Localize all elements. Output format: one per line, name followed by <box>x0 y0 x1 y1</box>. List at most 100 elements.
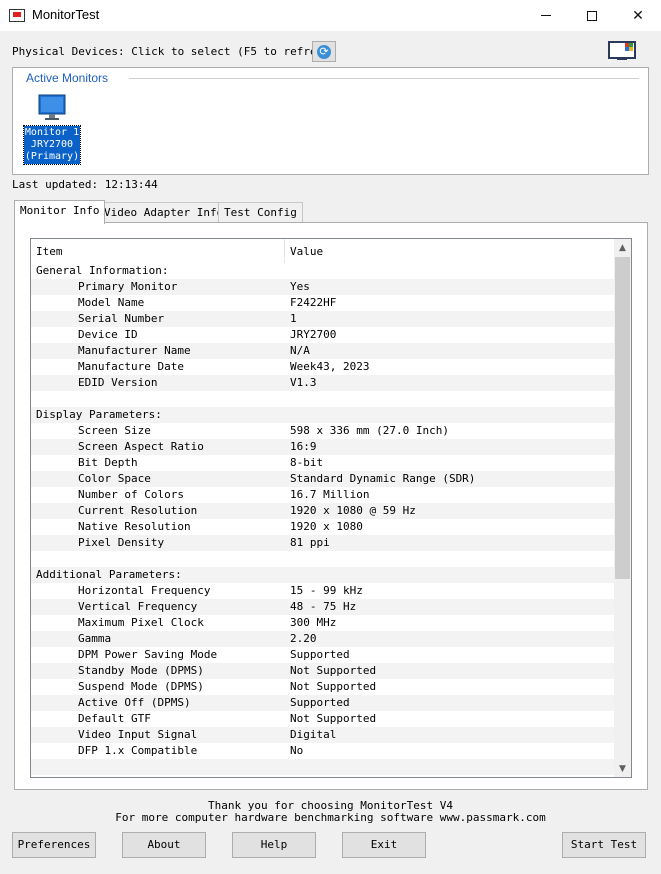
table-row[interactable]: Pixel Density 81 ppi <box>31 535 614 551</box>
row-item: Primary Monitor <box>78 280 178 293</box>
vertical-scrollbar[interactable]: ▲ ▼ <box>614 239 631 777</box>
minimize-button[interactable] <box>523 0 569 31</box>
row-value: Not Supported <box>290 680 377 693</box>
table-row[interactable]: Screen Size 598 x 336 mm (27.0 Inch) <box>31 423 614 439</box>
row-item: Vertical Frequency <box>78 600 198 613</box>
row-item: Active Off (DPMS) <box>78 696 191 709</box>
monitor-info-list[interactable]: Item Value General Information: Primary M… <box>30 238 632 778</box>
table-row[interactable]: Device ID JRY2700 <box>31 327 614 343</box>
table-row[interactable]: Color Space Standard Dynamic Range (SDR) <box>31 471 614 487</box>
row-value: 2.20 <box>290 632 317 645</box>
row-item: Gamma <box>78 632 112 645</box>
table-row[interactable]: Standby Mode (DPMS) Not Supported <box>31 663 614 679</box>
table-row[interactable]: Bit Depth 8-bit <box>31 455 614 471</box>
active-monitors-title: Active Monitors <box>26 71 109 85</box>
table-row[interactable]: Active Off (DPMS) Supported <box>31 695 614 711</box>
tab-video-adapter-info[interactable]: Video Adapter Info <box>98 202 230 223</box>
row-item: Standby Mode (DPMS) <box>78 664 204 677</box>
row-item: Horizontal Frequency <box>78 584 211 597</box>
table-row[interactable]: Manufacturer Name N/A <box>31 343 614 359</box>
row-value: V1.3 <box>290 376 317 389</box>
table-row[interactable]: General Information: <box>31 263 614 279</box>
scroll-thumb[interactable] <box>615 257 630 579</box>
about-button[interactable]: About <box>122 832 206 858</box>
table-row[interactable]: Additional Parameters: <box>31 567 614 583</box>
row-value: 81 ppi <box>290 536 330 549</box>
row-value: 8-bit <box>290 456 324 469</box>
table-row[interactable]: Native Resolution 1920 x 1080 <box>31 519 614 535</box>
table-row[interactable]: Default GTF Not Supported <box>31 711 614 727</box>
table-row[interactable]: Screen Aspect Ratio 16:9 <box>31 439 614 455</box>
refresh-button[interactable]: ⟳ <box>312 41 336 62</box>
table-row[interactable]: Suspend Mode (DPMS) Not Supported <box>31 679 614 695</box>
row-item: Manufacturer Name <box>78 344 191 357</box>
monitor-1-label[interactable]: Monitor 1 JRY2700 (Primary) <box>23 125 81 165</box>
row-item: Bit Depth <box>78 456 138 469</box>
preferences-button[interactable]: Preferences <box>12 832 96 858</box>
table-row[interactable] <box>31 759 614 775</box>
tab-monitor-info[interactable]: Monitor Info <box>14 200 106 224</box>
monitor-name: Monitor 1 <box>24 127 80 138</box>
table-row[interactable]: Number of Colors 16.7 Million <box>31 487 614 503</box>
table-row[interactable]: DFP 1.x Compatible No <box>31 743 614 759</box>
list-header: Item Value <box>31 239 614 263</box>
row-item: Color Space <box>78 472 151 485</box>
table-row[interactable] <box>31 391 614 407</box>
active-monitors-panel: Active Monitors Monitor 1 JRY2700 (Prima… <box>12 67 649 175</box>
table-row[interactable]: Horizontal Frequency 15 - 99 kHz <box>31 583 614 599</box>
table-row[interactable]: DPM Power Saving Mode Supported <box>31 647 614 663</box>
row-item: Screen Size <box>78 424 151 437</box>
start-test-button[interactable]: Start Test <box>562 832 646 858</box>
tab-test-config[interactable]: Test Config <box>218 202 303 223</box>
row-item: Suspend Mode (DPMS) <box>78 680 204 693</box>
title-bar: MonitorTest ✕ <box>0 0 661 31</box>
row-item: Serial Number <box>78 312 165 325</box>
row-item: Screen Aspect Ratio <box>78 440 204 453</box>
column-separator[interactable] <box>284 239 285 263</box>
column-header-item[interactable]: Item <box>36 245 63 258</box>
row-value: 48 - 75 Hz <box>290 600 357 613</box>
column-header-value[interactable]: Value <box>290 245 323 258</box>
physical-devices-label: Physical Devices: Click to select (F5 to… <box>12 45 337 58</box>
table-row[interactable]: Primary Monitor Yes <box>31 279 614 295</box>
table-row[interactable]: EDID Version V1.3 <box>31 375 614 391</box>
help-button[interactable]: Help <box>232 832 316 858</box>
refresh-icon: ⟳ <box>317 44 331 59</box>
footer-line-2: For more computer hardware benchmarking … <box>115 811 546 824</box>
table-row[interactable]: Manufacture Date Week43, 2023 <box>31 359 614 375</box>
table-row[interactable]: Maximum Pixel Clock 300 MHz <box>31 615 614 631</box>
row-value: 16:9 <box>290 440 317 453</box>
window-title: MonitorTest <box>32 7 100 22</box>
row-item: Model Name <box>78 296 145 309</box>
row-item: Current Resolution <box>78 504 198 517</box>
footer-text: Thank you for choosing MonitorTest V4 Fo… <box>0 800 661 824</box>
row-value: Standard Dynamic Range (SDR) <box>290 472 476 485</box>
row-value: 1 <box>290 312 297 325</box>
monitor-icon[interactable] <box>38 94 66 122</box>
table-row[interactable]: Display Parameters: <box>31 407 614 423</box>
row-value: 15 - 99 kHz <box>290 584 363 597</box>
table-row[interactable]: Model Name F2422HF <box>31 295 614 311</box>
row-item: EDID Version <box>78 376 158 389</box>
table-row[interactable]: Vertical Frequency 48 - 75 Hz <box>31 599 614 615</box>
exit-button[interactable]: Exit <box>342 832 426 858</box>
close-button[interactable]: ✕ <box>615 0 661 31</box>
row-item: Number of Colors <box>78 488 184 501</box>
row-item: Native Resolution <box>78 520 191 533</box>
row-item: Default GTF <box>78 712 151 725</box>
scroll-up-arrow-icon[interactable]: ▲ <box>614 239 631 256</box>
table-row[interactable]: Current Resolution 1920 x 1080 @ 59 Hz <box>31 503 614 519</box>
row-item: Additional Parameters: <box>36 568 182 581</box>
close-icon: ✕ <box>632 7 644 24</box>
row-value: Digital <box>290 728 337 741</box>
table-row[interactable]: Serial Number 1 <box>31 311 614 327</box>
maximize-button[interactable] <box>569 0 615 31</box>
row-item: General Information: <box>36 264 169 277</box>
row-item: Maximum Pixel Clock <box>78 616 204 629</box>
table-row[interactable]: Gamma 2.20 <box>31 631 614 647</box>
row-value: 1920 x 1080 <box>290 520 363 533</box>
table-row[interactable] <box>31 551 614 567</box>
row-item: Manufacture Date <box>78 360 184 373</box>
table-row[interactable]: Video Input Signal Digital <box>31 727 614 743</box>
scroll-down-arrow-icon[interactable]: ▼ <box>614 760 631 777</box>
